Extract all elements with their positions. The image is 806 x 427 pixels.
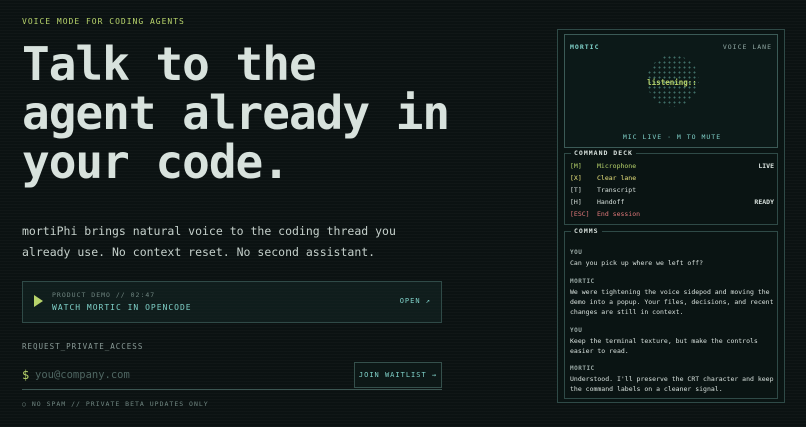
message: MORTIC Understood. I'll preserve the CRT… [570, 364, 774, 394]
message-text: We were tightening the voice sidepod and… [570, 288, 774, 316]
open-demo-link[interactable]: OPEN ↗ [400, 297, 431, 305]
command-handoff[interactable]: [H] Handoff READY [570, 198, 774, 210]
command-key: [ESC] [570, 210, 590, 218]
command-label: End session [597, 210, 641, 218]
demo-meta: PRODUCT DEMO // 02:47 [52, 291, 156, 299]
message-text: Keep the terminal texture, but make the … [570, 337, 758, 355]
message: MORTIC We were tightening the voice side… [570, 277, 774, 317]
command-microphone[interactable]: [M] Microphone LIVE [570, 162, 774, 174]
command-state: LIVE [758, 162, 774, 170]
command-label: Handoff [597, 198, 625, 206]
hero-section: VOICE MODE FOR CODING AGENTS Talk to the… [22, 0, 492, 427]
message-sender: MORTIC [570, 278, 595, 285]
comms-log: COMMS YOU Can you pick up where we left … [564, 227, 778, 399]
headline-line: Talk to the [22, 37, 317, 91]
mic-status[interactable]: MIC LIVE · M TO MUTE [565, 133, 779, 141]
agent-name: MORTIC [570, 43, 600, 51]
command-deck-title: COMMAND DECK [571, 149, 636, 157]
headline: Talk to the agent already in your code. [22, 40, 542, 187]
waitlist-label: REQUEST_PRIVATE_ACCESS [22, 342, 144, 351]
message-sender: YOU [570, 249, 583, 256]
demo-title: WATCH MORTIC IN OPENCODE [52, 303, 192, 312]
command-key: [H] [570, 198, 582, 206]
voice-sidepod: MORTIC VOICE LANE listening:: MIC LIVE ·… [557, 29, 785, 403]
play-icon [34, 295, 43, 307]
headline-line: your code. [22, 135, 290, 189]
eyebrow-label: VOICE MODE FOR CODING AGENTS [22, 17, 185, 26]
command-label: Clear lane [597, 174, 637, 182]
command-label: Transcript [597, 186, 637, 194]
join-waitlist-button[interactable]: JOIN WAITLIST → [354, 362, 442, 388]
command-deck: COMMAND DECK [M] Microphone LIVE [X] Cle… [564, 149, 778, 225]
message: YOU Can you pick up where we left off? [570, 248, 774, 268]
email-field[interactable] [35, 365, 335, 385]
command-key: [M] [570, 162, 582, 170]
command-transcript[interactable]: [T] Transcript [570, 186, 774, 198]
message: YOU Keep the terminal texture, but make … [570, 326, 774, 356]
command-end-session[interactable]: [ESC] End session [570, 210, 774, 222]
command-key: [T] [570, 186, 582, 194]
listening-status: listening:: [647, 78, 697, 87]
fineprint: ○ NO SPAM // PRIVATE BETA UPDATES ONLY [22, 400, 209, 408]
message-text: Can you pick up where we left off? [570, 259, 704, 267]
lane-label: VOICE LANE [722, 43, 772, 51]
command-state: READY [754, 198, 774, 206]
command-label: Microphone [597, 162, 637, 170]
waitlist-form: $ JOIN WAITLIST → [22, 362, 442, 390]
watch-demo-button[interactable]: PRODUCT DEMO // 02:47 WATCH MORTIC IN OP… [22, 281, 442, 323]
voice-lane: MORTIC VOICE LANE listening:: MIC LIVE ·… [564, 34, 778, 148]
command-clear-lane[interactable]: [X] Clear lane [570, 174, 774, 186]
message-text: Understood. I'll preserve the CRT charac… [570, 375, 774, 393]
subtitle: mortiPhi brings natural voice to the cod… [22, 224, 396, 259]
message-sender: YOU [570, 327, 583, 334]
message-sender: MORTIC [570, 365, 595, 372]
prompt-symbol: $ [22, 368, 30, 382]
headline-line: agent already in [22, 86, 450, 140]
command-key: [X] [570, 174, 582, 182]
comms-title: COMMS [571, 227, 602, 235]
